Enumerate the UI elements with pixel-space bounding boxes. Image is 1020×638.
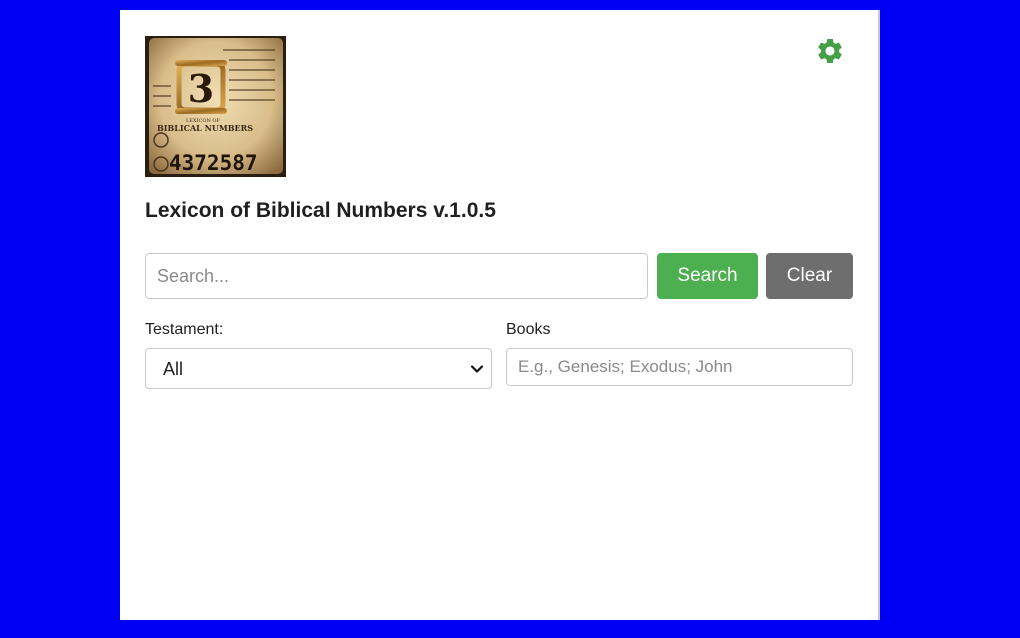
search-button[interactable]: Search	[657, 253, 758, 299]
chevron-down-icon	[470, 365, 484, 373]
logo-number-text: 4372587	[169, 151, 258, 175]
app-logo: 3 LEXICON OF BIBLICAL NUMBERS 4372587	[145, 36, 286, 177]
testament-selected-value: All	[163, 359, 184, 379]
svg-text:BIBLICAL NUMBERS: BIBLICAL NUMBERS	[157, 123, 253, 133]
app-title: Lexicon of Biblical Numbers v.1.0.5	[145, 199, 496, 222]
settings-gear-icon[interactable]	[815, 36, 845, 66]
search-input[interactable]	[145, 253, 648, 299]
books-label: Books	[506, 321, 551, 338]
extension-popup: 3 LEXICON OF BIBLICAL NUMBERS 4372587 Le…	[120, 10, 878, 620]
clear-button[interactable]: Clear	[766, 253, 853, 299]
testament-label: Testament:	[145, 321, 224, 338]
logo-numeral: 3	[188, 66, 214, 111]
books-input[interactable]	[506, 348, 853, 386]
testament-select[interactable]: All	[145, 348, 492, 389]
